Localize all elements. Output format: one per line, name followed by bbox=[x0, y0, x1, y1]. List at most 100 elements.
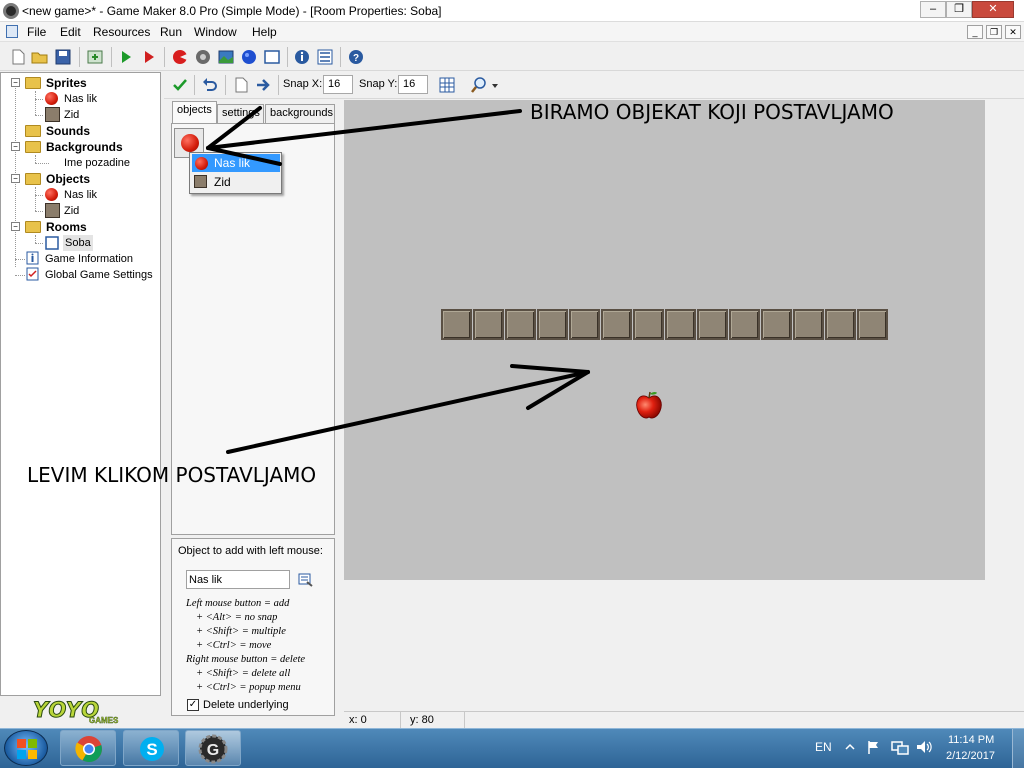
menu-help[interactable]: Help bbox=[252, 25, 277, 39]
apple-object-icon bbox=[45, 188, 58, 201]
wall-instance[interactable] bbox=[697, 309, 728, 340]
action-center-flag-icon[interactable] bbox=[866, 739, 882, 755]
tab-objects[interactable]: objects bbox=[172, 101, 217, 124]
network-icon[interactable] bbox=[891, 739, 909, 755]
restore-button[interactable]: ❐ bbox=[946, 1, 972, 18]
tab-settings[interactable]: settings bbox=[217, 104, 264, 123]
room-status-bar: x: 0 y: 80 bbox=[344, 711, 1024, 728]
wall-instance[interactable] bbox=[569, 309, 600, 340]
object-menu-icon[interactable] bbox=[298, 572, 313, 587]
volume-icon[interactable] bbox=[915, 739, 933, 755]
add-room-icon[interactable] bbox=[263, 48, 281, 66]
delete-underlying-checkbox[interactable]: ✓ bbox=[187, 699, 199, 711]
apple-instance[interactable] bbox=[635, 390, 663, 420]
wall-instance[interactable] bbox=[761, 309, 792, 340]
help-line: + <Ctrl> = move bbox=[196, 640, 272, 651]
wall-instance[interactable] bbox=[601, 309, 632, 340]
help-icon[interactable]: ? bbox=[347, 48, 365, 66]
tree-game-information[interactable]: Game Information bbox=[45, 251, 133, 267]
open-icon[interactable] bbox=[31, 48, 49, 66]
start-button[interactable] bbox=[4, 730, 48, 766]
mdi-close-button[interactable]: ✕ bbox=[1005, 25, 1021, 39]
game-maker-app-icon[interactable] bbox=[3, 3, 19, 19]
delete-underlying-label: Delete underlying bbox=[203, 699, 289, 711]
menu-run[interactable]: Run bbox=[160, 25, 182, 39]
menu-window[interactable]: Window bbox=[194, 25, 237, 39]
apple-icon bbox=[195, 157, 208, 170]
clock-time[interactable]: 11:14 PM bbox=[948, 734, 994, 746]
tray-expand-icon[interactable] bbox=[845, 741, 855, 753]
wall-instance[interactable] bbox=[825, 309, 856, 340]
clock-date[interactable]: 2/12/2017 bbox=[946, 750, 995, 762]
create-executable-icon[interactable] bbox=[86, 48, 104, 66]
collapse-backgrounds-toggle[interactable]: − bbox=[11, 142, 20, 151]
wall-instance[interactable] bbox=[537, 309, 568, 340]
tree-background-ime-pozadine[interactable]: Ime pozadine bbox=[64, 155, 130, 171]
snap-x-label: Snap X: bbox=[283, 78, 323, 90]
chevron-down-icon[interactable] bbox=[490, 76, 500, 94]
collapse-rooms-toggle[interactable]: − bbox=[11, 222, 20, 231]
taskbar-skype[interactable]: S bbox=[123, 730, 179, 766]
svg-text:S: S bbox=[146, 740, 157, 759]
add-object-icon[interactable] bbox=[240, 48, 258, 66]
tree-objects[interactable]: Objects bbox=[46, 171, 90, 187]
language-indicator[interactable]: EN bbox=[815, 740, 832, 754]
add-background-icon[interactable] bbox=[217, 48, 235, 66]
wall-instance[interactable] bbox=[793, 309, 824, 340]
ok-check-icon[interactable] bbox=[171, 76, 189, 94]
tree-sprites[interactable]: Sprites bbox=[46, 75, 87, 91]
save-icon[interactable] bbox=[54, 48, 72, 66]
snap-y-input[interactable]: 16 bbox=[398, 75, 428, 94]
add-sound-icon[interactable] bbox=[194, 48, 212, 66]
tree-sprite-nas-lik[interactable]: Nas lik bbox=[64, 91, 97, 107]
mdi-minimize-button[interactable]: _ bbox=[967, 25, 983, 39]
add-sprite-icon[interactable] bbox=[171, 48, 189, 66]
tab-backgrounds[interactable]: backgrounds bbox=[265, 104, 335, 123]
main-toolbar: ? bbox=[0, 43, 1024, 71]
run-debug-icon[interactable] bbox=[140, 48, 158, 66]
tree-object-nas-lik[interactable]: Nas lik bbox=[64, 187, 97, 203]
tree-backgrounds[interactable]: Backgrounds bbox=[46, 139, 123, 155]
wall-instance[interactable] bbox=[473, 309, 504, 340]
minimize-button[interactable]: – bbox=[920, 1, 946, 18]
undo-icon[interactable] bbox=[201, 76, 219, 94]
wall-instance[interactable] bbox=[633, 309, 664, 340]
show-desktop-button[interactable] bbox=[1012, 729, 1024, 768]
apple-sprite-icon bbox=[45, 92, 58, 105]
tree-sprite-zid[interactable]: Zid bbox=[64, 107, 79, 123]
room-canvas[interactable] bbox=[344, 100, 985, 580]
wall-instance[interactable] bbox=[665, 309, 696, 340]
info-icon bbox=[26, 251, 39, 265]
menu-resources[interactable]: Resources bbox=[93, 25, 150, 39]
wall-instance[interactable] bbox=[729, 309, 760, 340]
shift-objects-icon[interactable] bbox=[255, 76, 273, 94]
taskbar-chrome[interactable] bbox=[60, 730, 116, 766]
selected-object-field[interactable]: Nas lik bbox=[186, 570, 290, 589]
chrome-icon bbox=[75, 736, 102, 763]
menu-file[interactable]: File bbox=[27, 25, 46, 39]
tree-sounds[interactable]: Sounds bbox=[46, 123, 90, 139]
object-popup-menu: Nas lik Zid bbox=[189, 152, 282, 194]
taskbar-game-maker[interactable]: G bbox=[185, 730, 241, 766]
tree-object-zid[interactable]: Zid bbox=[64, 203, 79, 219]
grid-toggle-icon[interactable] bbox=[438, 76, 456, 94]
run-icon[interactable] bbox=[117, 48, 135, 66]
snap-x-input[interactable]: 16 bbox=[323, 75, 353, 94]
collapse-sprites-toggle[interactable]: − bbox=[11, 78, 20, 87]
menu-edit[interactable]: Edit bbox=[60, 25, 81, 39]
global-settings-icon[interactable] bbox=[316, 48, 334, 66]
wall-instance[interactable] bbox=[441, 309, 472, 340]
wall-instance[interactable] bbox=[857, 309, 888, 340]
game-information-icon[interactable] bbox=[293, 48, 311, 66]
collapse-objects-toggle[interactable]: − bbox=[11, 174, 20, 183]
mdi-restore-button[interactable]: ❐ bbox=[986, 25, 1002, 39]
document-icon[interactable] bbox=[6, 25, 18, 38]
wall-instance[interactable] bbox=[505, 309, 536, 340]
clear-room-icon[interactable] bbox=[232, 76, 250, 94]
new-icon[interactable] bbox=[9, 48, 27, 66]
close-button[interactable]: ✕ bbox=[972, 1, 1014, 18]
tree-rooms[interactable]: Rooms bbox=[46, 219, 87, 235]
tree-room-soba[interactable]: Soba bbox=[63, 235, 93, 251]
tree-global-game-settings[interactable]: Global Game Settings bbox=[45, 267, 153, 283]
zoom-icon[interactable] bbox=[470, 76, 488, 94]
